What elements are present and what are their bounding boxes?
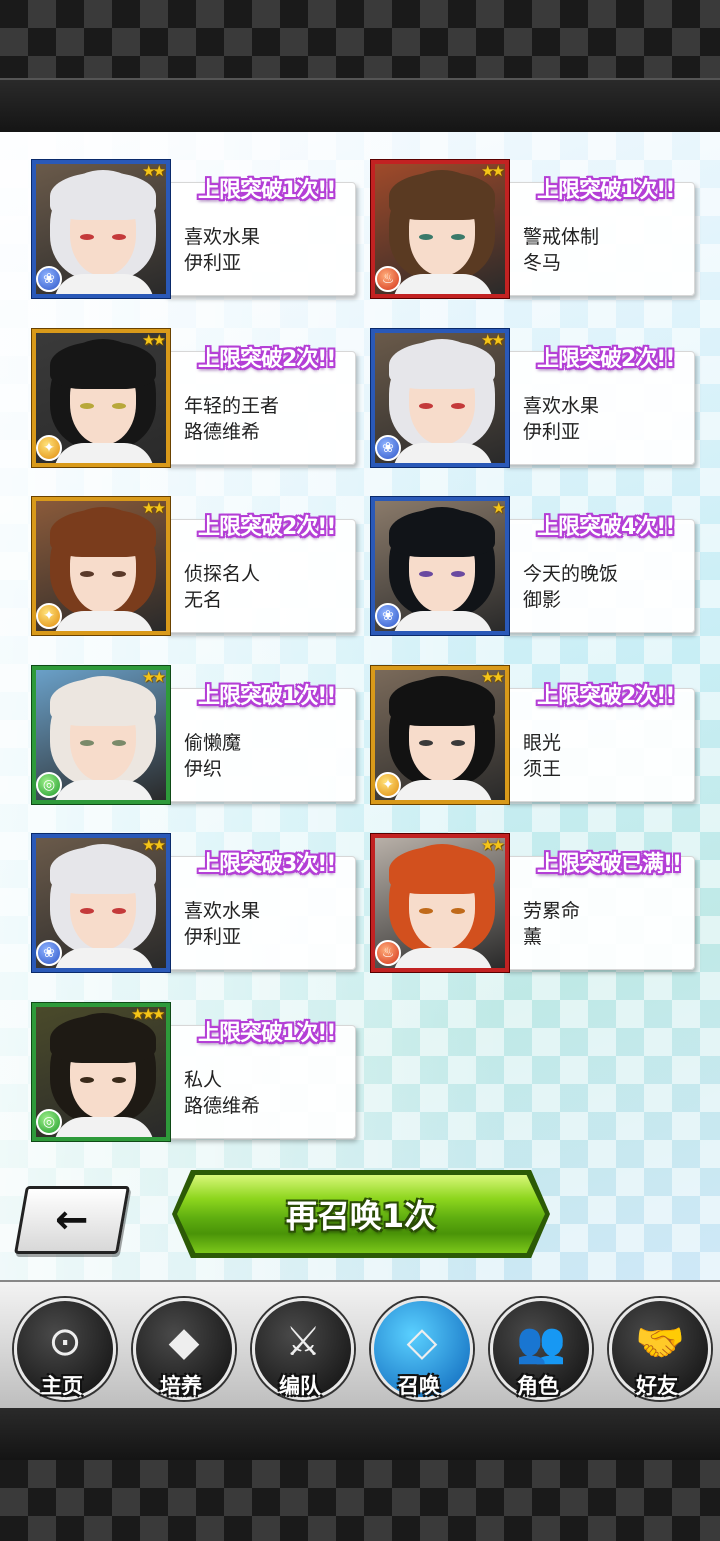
limit-break-badge: 上限突破2次!! xyxy=(537,346,675,372)
rarity-stars-icon: ★★ xyxy=(142,162,166,180)
character-title: 劳累命 xyxy=(523,900,581,922)
rarity-stars-icon: ★★ xyxy=(142,667,166,686)
gem-pile-icon: ◆ xyxy=(168,1319,200,1365)
rarity-stars-icon: ★★ xyxy=(142,836,166,854)
rarity-stars-icon: ★★★ xyxy=(131,1004,165,1023)
character-name: 冬马 xyxy=(523,252,562,274)
result-card[interactable]: ★★ ❀ 上限突破2次!! 喜欢水果伊利亚 xyxy=(371,328,699,471)
tab-label: 编队 xyxy=(279,1374,321,1398)
character-title: 年轻的王者 xyxy=(184,394,280,417)
blue-element-icon: ❀ xyxy=(375,603,401,629)
character-name: 无名 xyxy=(184,589,223,611)
tab-label: 培养 xyxy=(160,1374,202,1398)
summon-again-button[interactable]: 再召唤1次 xyxy=(172,1170,550,1258)
character-name: 御影 xyxy=(523,589,562,611)
result-card[interactable]: ★★ ♨ 上限突破已满!! 劳累命薰 xyxy=(371,834,699,976)
red-element-icon: ♨ xyxy=(375,266,401,292)
green-element-icon: ◎ xyxy=(36,771,62,798)
tab-label: 主页 xyxy=(41,1374,83,1398)
limit-break-badge: 上限突破1次!! xyxy=(198,178,336,203)
character-title: 警戒体制 xyxy=(523,226,600,248)
arrow-left-icon: ← xyxy=(55,1197,89,1243)
yellow-element-icon: ✦ xyxy=(36,603,62,629)
character-name: 路德维希 xyxy=(184,1094,261,1117)
character-title: 私人 xyxy=(184,1068,223,1091)
tab-label: 召唤 xyxy=(398,1374,440,1398)
character-name: 伊利亚 xyxy=(523,420,581,443)
red-element-icon: ♨ xyxy=(375,940,401,966)
character-title: 侦探名人 xyxy=(184,563,261,585)
rarity-stars-icon: ★★ xyxy=(481,162,505,180)
limit-break-badge: 上限突破1次!! xyxy=(198,1020,336,1046)
limit-break-badge: 上限突破1次!! xyxy=(537,178,675,203)
character-name: 伊织 xyxy=(184,757,223,780)
limit-break-badge: 上限突破4次!! xyxy=(537,515,675,540)
result-card[interactable]: ★★ ✦ 上限突破2次!! 年轻的王者路德维希 xyxy=(32,328,360,471)
bottom-bar xyxy=(0,1408,720,1462)
limit-break-badge: 上限突破已满!! xyxy=(537,852,682,877)
handshake-icon: 🤝 xyxy=(635,1319,685,1366)
character-title: 偷懒魔 xyxy=(184,731,242,754)
blue-element-icon: ❀ xyxy=(36,940,62,966)
limit-break-badge: 上限突破2次!! xyxy=(537,683,675,709)
blue-element-icon: ❀ xyxy=(375,434,401,461)
character-name: 薰 xyxy=(523,926,543,948)
result-card[interactable]: ★ ❀ 上限突破4次!! 今天的晚饭御影 xyxy=(371,497,699,639)
tab-crossed-swords[interactable]: ⚔ 编队 xyxy=(242,1292,356,1406)
character-title: 眼光 xyxy=(523,731,562,754)
rarity-stars-icon: ★★ xyxy=(481,330,505,349)
character-name: 须王 xyxy=(523,757,562,780)
top-bar xyxy=(0,78,720,134)
result-card[interactable]: ★★ ♨ 上限突破1次!! 警戒体制冬马 xyxy=(371,160,699,302)
green-element-icon: ◎ xyxy=(36,1108,62,1135)
rarity-stars-icon: ★★ xyxy=(481,667,505,686)
character-name: 伊利亚 xyxy=(184,926,242,948)
tab-apple[interactable]: ⊙ 主页 xyxy=(4,1292,118,1406)
tab-people[interactable]: 👥 角色 xyxy=(480,1292,594,1406)
top-checker-pattern xyxy=(0,0,720,78)
yellow-element-icon: ✦ xyxy=(36,434,62,461)
rarity-stars-icon: ★★ xyxy=(142,330,166,349)
blue-element-icon: ❀ xyxy=(36,266,62,292)
result-card[interactable]: ★★ ❀ 上限突破3次!! 喜欢水果伊利亚 xyxy=(32,834,360,976)
bottom-checker-pattern xyxy=(0,1460,720,1541)
apple-icon: ⊙ xyxy=(48,1319,82,1365)
limit-break-badge: 上限突破1次!! xyxy=(198,683,336,709)
result-card[interactable]: ★★★ ◎ 上限突破1次!! 私人路德维希 xyxy=(32,1002,360,1145)
limit-break-badge: 上限突破2次!! xyxy=(198,515,336,540)
yellow-element-icon: ✦ xyxy=(375,771,401,798)
character-name: 伊利亚 xyxy=(184,252,242,274)
tab-handshake[interactable]: 🤝 好友 xyxy=(599,1292,713,1406)
tab-label: 好友 xyxy=(636,1374,678,1398)
character-name: 路德维希 xyxy=(184,420,261,443)
summon-again-label: 再召唤1次 xyxy=(285,1197,437,1235)
result-card[interactable]: ★★ ✦ 上限突破2次!! 眼光须王 xyxy=(371,665,699,808)
diamond-icon: ◇ xyxy=(406,1319,438,1365)
people-icon: 👥 xyxy=(516,1319,566,1366)
bottom-tab-bar: ⊙ 主页 ◆ 培养 ⚔ 编队 ◇ 召唤 👥 角色 🤝 好友 xyxy=(0,1280,720,1410)
result-card[interactable]: ★★ ◎ 上限突破1次!! 偷懒魔伊织 xyxy=(32,665,360,808)
character-title: 喜欢水果 xyxy=(184,900,261,922)
crossed-swords-icon: ⚔ xyxy=(285,1319,321,1365)
tab-label: 角色 xyxy=(517,1374,559,1398)
result-card[interactable]: ★★ ❀ 上限突破1次!! 喜欢水果伊利亚 xyxy=(32,160,360,302)
character-title: 喜欢水果 xyxy=(523,394,600,417)
back-button[interactable]: ← xyxy=(14,1186,130,1254)
limit-break-badge: 上限突破2次!! xyxy=(198,346,336,372)
rarity-stars-icon: ★ xyxy=(492,499,506,517)
character-title: 今天的晚饭 xyxy=(523,563,619,585)
tab-gem-pile[interactable]: ◆ 培养 xyxy=(123,1292,237,1406)
character-title: 喜欢水果 xyxy=(184,226,261,248)
rarity-stars-icon: ★★ xyxy=(481,836,505,854)
limit-break-badge: 上限突破3次!! xyxy=(198,852,336,877)
tab-diamond[interactable]: ◇ 召唤 xyxy=(361,1292,475,1406)
rarity-stars-icon: ★★ xyxy=(142,499,166,517)
result-card[interactable]: ★★ ✦ 上限突破2次!! 侦探名人无名 xyxy=(32,497,360,639)
